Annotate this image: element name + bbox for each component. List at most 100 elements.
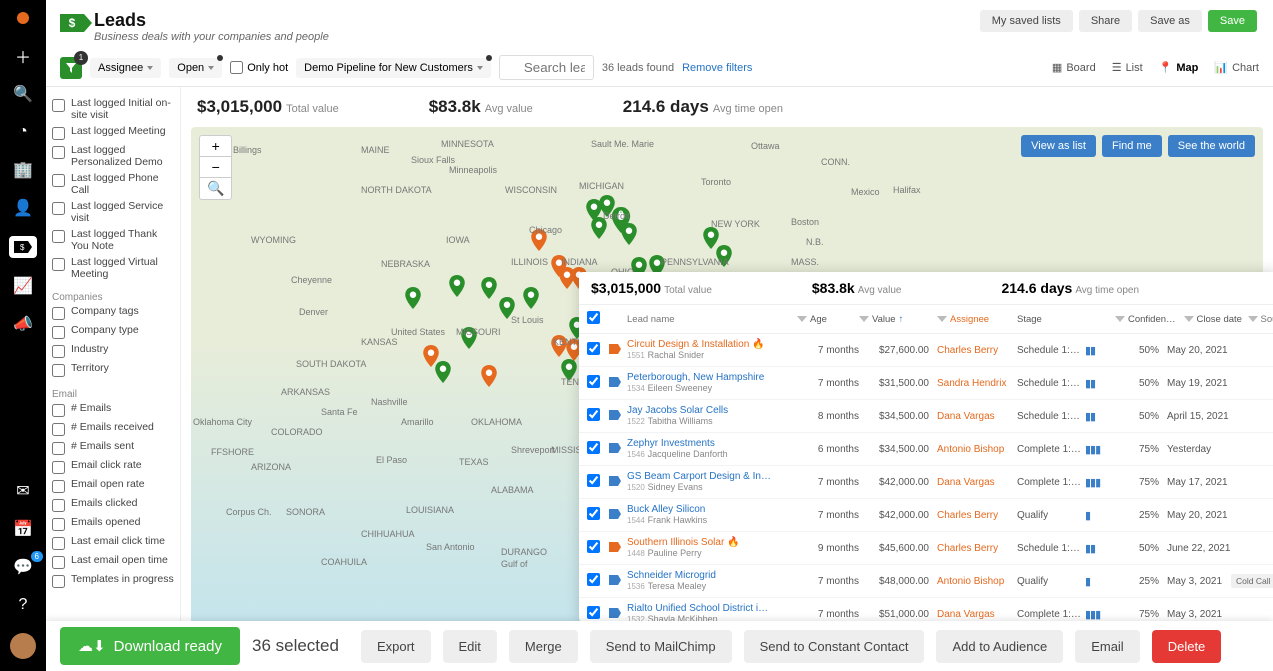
map-pin[interactable] [405, 287, 421, 309]
filter-option[interactable]: Email open rate [52, 476, 174, 495]
my-saved-lists-button[interactable]: My saved lists [980, 10, 1073, 32]
assignee-link[interactable]: Charles Berry [929, 543, 1013, 554]
filter-icon[interactable] [859, 316, 869, 322]
filter-icon[interactable]: 1 [60, 57, 82, 79]
notifications-icon[interactable]: 💬6 [13, 557, 33, 577]
see-world-button[interactable]: See the world [1168, 135, 1255, 157]
help-icon[interactable]: ? [13, 595, 33, 615]
export-button[interactable]: Export [361, 630, 431, 663]
remove-filters-link[interactable]: Remove filters [682, 62, 752, 74]
row-checkbox[interactable] [587, 606, 600, 619]
filter-icon[interactable] [1248, 316, 1258, 322]
filter-option[interactable]: Emails clicked [52, 495, 174, 514]
leads-icon[interactable]: $ [9, 236, 37, 258]
view-as-list-button[interactable]: View as list [1021, 135, 1096, 157]
table-row[interactable]: Jay Jacobs Solar Cells1522 Tabitha Willi… [579, 400, 1273, 433]
audience-button[interactable]: Add to Audience [936, 630, 1063, 663]
avatar[interactable] [10, 633, 36, 659]
map-pin[interactable] [481, 365, 497, 387]
lead-name-link[interactable]: Peterborough, New Hampshire [627, 372, 797, 383]
row-checkbox[interactable] [587, 507, 600, 520]
download-ready-button[interactable]: ☁⬇ Download ready [60, 627, 240, 665]
row-checkbox[interactable] [587, 342, 600, 355]
search-icon[interactable]: 🔍 [13, 84, 33, 104]
row-checkbox[interactable] [587, 441, 600, 454]
lead-name-link[interactable]: Southern Illinois Solar 🔥 [627, 537, 797, 548]
table-row[interactable]: Southern Illinois Solar 🔥1448 Pauline Pe… [579, 532, 1273, 565]
lead-name-link[interactable]: Buck Alley Silicon [627, 504, 797, 515]
share-button[interactable]: Share [1079, 10, 1132, 32]
filter-option[interactable]: Industry [52, 341, 174, 360]
filter-option[interactable]: Last logged Virtual Meeting [52, 254, 174, 282]
filter-option[interactable]: Email click rate [52, 457, 174, 476]
assignee-link[interactable]: Charles Berry [929, 345, 1013, 356]
lead-name-link[interactable]: Schneider Microgrid [627, 570, 797, 581]
delete-button[interactable]: Delete [1152, 630, 1222, 663]
filter-option[interactable]: Company type [52, 322, 174, 341]
map-pin[interactable] [523, 287, 539, 309]
constant-contact-button[interactable]: Send to Constant Contact [744, 630, 925, 663]
table-row[interactable]: GS Beam Carport Design & In…1520 Sidney … [579, 466, 1273, 499]
filter-icon[interactable] [1184, 316, 1194, 322]
assignee-link[interactable]: Sandra Hendrix [929, 378, 1013, 389]
table-row[interactable]: Circuit Design & Installation 🔥1551 Rach… [579, 334, 1273, 367]
map-zoom[interactable]: +−🔍 [199, 135, 232, 200]
assignee-link[interactable]: Charles Berry [929, 510, 1013, 521]
filter-option[interactable]: Last email click time [52, 533, 174, 552]
pipeline-dropdown[interactable]: Demo Pipeline for New Customers [296, 58, 491, 78]
filter-option[interactable]: Company tags [52, 303, 174, 322]
filter-option[interactable]: # Emails received [52, 419, 174, 438]
filter-option[interactable]: Last email open time [52, 552, 174, 571]
lead-name-link[interactable]: GS Beam Carport Design & In… [627, 471, 797, 482]
edit-button[interactable]: Edit [443, 630, 497, 663]
filter-icon[interactable] [797, 316, 807, 322]
dashboard-icon[interactable]: ◔ [13, 122, 33, 142]
select-all-checkbox[interactable] [587, 311, 600, 324]
row-checkbox[interactable] [587, 573, 600, 586]
mailchimp-button[interactable]: Send to MailChimp [590, 630, 732, 663]
logo-icon[interactable] [13, 8, 33, 28]
filter-option[interactable]: Last logged Personalized Demo [52, 142, 174, 170]
filter-option[interactable]: Last logged Service visit [52, 198, 174, 226]
filter-option[interactable]: # Emails [52, 400, 174, 419]
zoom-out-icon[interactable]: − [200, 157, 231, 178]
email-button[interactable]: Email [1075, 630, 1140, 663]
map-pin[interactable] [423, 345, 439, 367]
status-dropdown[interactable]: Open [169, 58, 222, 78]
zoom-in-icon[interactable]: + [200, 136, 231, 157]
filter-option[interactable]: Territory [52, 360, 174, 379]
reports-icon[interactable]: 📈 [13, 276, 33, 296]
plus-icon[interactable]: ＋ [13, 46, 33, 66]
table-row[interactable]: Rialto Unified School District i…1532 Sh… [579, 598, 1273, 622]
view-map[interactable]: 📍 Map [1159, 61, 1199, 74]
filter-option[interactable]: Last logged Meeting [52, 123, 174, 142]
row-checkbox[interactable] [587, 540, 600, 553]
calendar-icon[interactable]: 📅 [13, 519, 33, 539]
filter-option[interactable]: Last logged Initial on-site visit [52, 95, 174, 123]
filter-option[interactable]: # Emails sent [52, 438, 174, 457]
filter-option[interactable]: Templates in progress [52, 571, 174, 590]
row-checkbox[interactable] [587, 408, 600, 421]
filter-option[interactable]: Last logged Phone Call [52, 170, 174, 198]
lead-name-link[interactable]: Jay Jacobs Solar Cells [627, 405, 797, 416]
company-icon[interactable]: 🏢 [13, 160, 33, 180]
only-hot-checkbox[interactable]: Only hot [230, 61, 288, 74]
assignee-link[interactable]: Antonio Bishop [929, 576, 1013, 587]
assignee-dropdown[interactable]: Assignee [90, 58, 161, 78]
assignee-link[interactable]: Dana Vargas [929, 477, 1013, 488]
find-me-button[interactable]: Find me [1102, 135, 1162, 157]
map-pin[interactable] [449, 275, 465, 297]
view-chart[interactable]: 📊 Chart [1214, 61, 1259, 74]
view-board[interactable]: ▦ Board [1052, 61, 1096, 74]
map-pin[interactable] [703, 227, 719, 249]
assignee-link[interactable]: Antonio Bishop [929, 444, 1013, 455]
filter-icon[interactable] [1115, 316, 1125, 322]
map-pin[interactable] [621, 223, 637, 245]
merge-button[interactable]: Merge [509, 630, 578, 663]
save-button[interactable]: Save [1208, 10, 1257, 32]
lead-name-link[interactable]: Circuit Design & Installation 🔥 [627, 339, 797, 350]
table-row[interactable]: Buck Alley Silicon1544 Frank Hawkins7 mo… [579, 499, 1273, 532]
view-list[interactable]: ☰ List [1112, 61, 1143, 74]
table-row[interactable]: Zephyr Investments1546 Jacqueline Danfor… [579, 433, 1273, 466]
mail-icon[interactable]: ✉ [13, 481, 33, 501]
